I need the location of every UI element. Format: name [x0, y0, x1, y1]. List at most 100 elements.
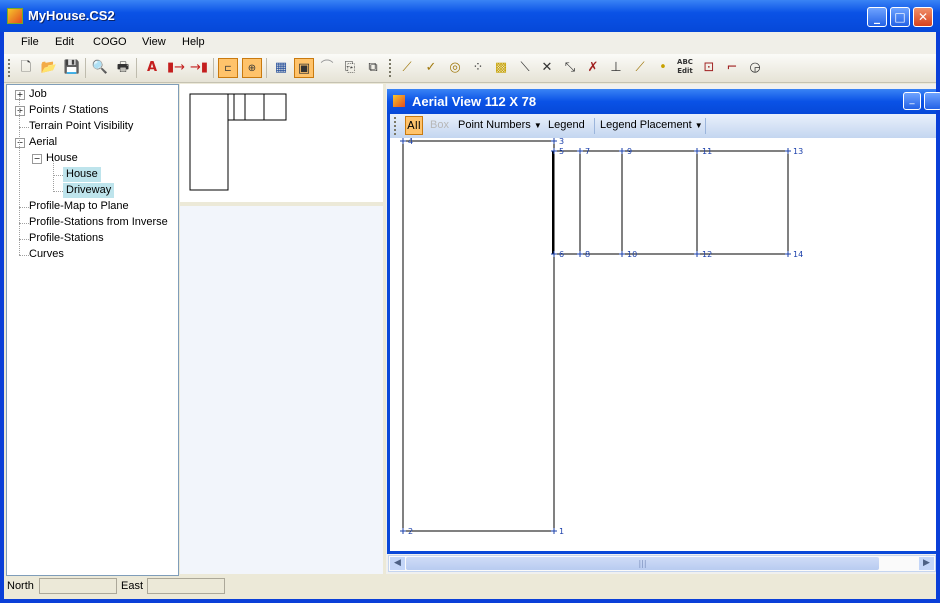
point-numbers-dropdown[interactable]: Point Numbers ▼ — [458, 119, 542, 131]
north-label: North — [7, 580, 34, 592]
save-icon[interactable]: 💾 — [62, 58, 82, 78]
bearing-intersect-icon[interactable]: ✗ — [583, 58, 603, 78]
point-label: 10 — [627, 250, 637, 259]
child-minimize-button[interactable]: _ — [903, 92, 921, 110]
close-button[interactable]: ✕ — [913, 7, 933, 27]
minimize-button[interactable]: _ — [867, 7, 887, 27]
grid-table-icon[interactable]: ▦ — [271, 58, 291, 78]
tree-item-profile-map-to-plane[interactable]: Profile-Map to Plane — [29, 199, 129, 214]
tree-item-points-stations[interactable]: Points / Stations — [29, 103, 109, 118]
open-folder-icon[interactable]: 📂 — [39, 58, 59, 78]
tree-item-aerial[interactable]: Aerial — [29, 135, 57, 150]
text-style-icon[interactable]: A — [142, 58, 162, 78]
pick-icon[interactable]: ⊡ — [699, 58, 719, 78]
abc-edit-icon[interactable]: ABC Edit — [675, 58, 695, 78]
legend-placement-dropdown[interactable]: Legend Placement ▼ — [600, 119, 703, 131]
import-icon[interactable]: ▮→ — [166, 58, 186, 78]
point-label: 14 — [793, 250, 803, 259]
tree-item-job[interactable]: Job — [29, 87, 47, 102]
point-marker — [551, 138, 557, 144]
perpendicular-icon[interactable]: ⊥ — [606, 58, 626, 78]
point-marker — [551, 148, 557, 154]
tree-expander-icon[interactable]: + — [15, 90, 25, 100]
aerial-view-titlebar[interactable]: Aerial View 112 X 78 _ — [387, 89, 940, 114]
point-marker — [551, 528, 557, 534]
title-bar[interactable]: MyHouse.CS2 _ □ ✕ — [0, 0, 940, 32]
child-maximize-button[interactable] — [924, 92, 940, 110]
tree-item-terrain-point-visibility[interactable]: Terrain Point Visibility — [29, 119, 133, 134]
window-icon[interactable]: ⧉ — [363, 58, 383, 78]
new-file-icon[interactable]: 🗋 — [16, 58, 36, 78]
tree-connector — [19, 239, 29, 240]
point-label: 11 — [702, 147, 712, 156]
east-value-field — [147, 578, 225, 594]
point-marker — [619, 251, 625, 257]
point-icon[interactable]: • — [653, 58, 673, 78]
offset-line-icon[interactable]: ⤡ — [560, 58, 580, 78]
maximize-button[interactable]: □ — [890, 7, 910, 27]
all-button[interactable]: All — [405, 116, 423, 135]
menu-cogo[interactable]: COGO — [93, 36, 127, 48]
scroll-right-icon[interactable]: ▶ — [919, 557, 934, 570]
tree-item-profile-stations[interactable]: Profile-Stations — [29, 231, 104, 246]
measure-icon[interactable]: ⟋ — [630, 58, 650, 78]
tree-item-curves[interactable]: Curves — [29, 247, 64, 262]
project-tree[interactable]: + Job + Points / Stations Terrain Point Visi… — [6, 84, 179, 576]
report-icon[interactable]: ⎘ — [340, 58, 360, 78]
box-button[interactable]: Box — [430, 119, 449, 131]
point-marker — [400, 138, 406, 144]
app-window: MyHouse.CS2 _ □ ✕ File Edit COGO View He… — [0, 0, 940, 603]
point-marker — [577, 251, 583, 257]
line-dashed-icon[interactable]: ⟋ — [397, 58, 417, 78]
point-marker — [619, 148, 625, 154]
zoom-extents-icon[interactable]: ⊕ — [242, 58, 262, 78]
export-icon[interactable]: →▮ — [189, 58, 209, 78]
legend-button[interactable]: Legend — [548, 119, 585, 131]
toolbar-grip[interactable] — [8, 59, 13, 77]
aerial-view-icon[interactable]: ▣ — [294, 58, 314, 78]
tree-expander-icon[interactable]: − — [15, 138, 25, 148]
overview-preview[interactable] — [180, 84, 383, 202]
tree-item-house[interactable]: House — [63, 167, 101, 182]
window-title: MyHouse.CS2 — [28, 8, 115, 23]
area-grid-icon[interactable]: ▩ — [491, 58, 511, 78]
app-icon — [7, 8, 23, 24]
circle-point-icon[interactable]: ◎ — [445, 58, 465, 78]
horizontal-scrollbar[interactable]: ◀ ||| ▶ — [388, 555, 936, 572]
bearing-line-icon[interactable]: ⟍ — [515, 58, 535, 78]
point-label: 9 — [627, 147, 632, 156]
tree-expander-icon[interactable]: − — [32, 154, 42, 164]
menu-edit[interactable]: Edit — [55, 36, 74, 48]
scroll-left-icon[interactable]: ◀ — [390, 557, 405, 570]
point-label: 8 — [585, 250, 590, 259]
menu-view[interactable]: View — [142, 36, 166, 48]
check-line-icon[interactable]: ✓ — [421, 58, 441, 78]
point-marker — [551, 251, 557, 257]
point-marker — [694, 251, 700, 257]
traverse-tool-icon[interactable]: ⊏ — [218, 58, 238, 78]
point-marker — [400, 528, 406, 534]
client-area: File Edit COGO View Help 🗋 📂 💾 🔍 🖶 A ▮→ … — [4, 32, 940, 599]
tree-item-profile-stations-from-inverse[interactable]: Profile-Stations from Inverse — [29, 215, 168, 230]
scroll-thumb[interactable]: ||| — [406, 557, 879, 570]
toolbar-grip-2[interactable] — [389, 59, 394, 77]
curve-icon[interactable]: ⌐ — [722, 58, 742, 78]
point-marker — [785, 251, 791, 257]
point-label: 6 — [559, 250, 564, 259]
profile-view-icon[interactable]: ⌒ — [317, 58, 337, 78]
intersect-icon[interactable]: ✕ — [537, 58, 557, 78]
tree-item-house[interactable]: House — [46, 151, 78, 166]
aerial-toolbar-grip[interactable] — [394, 117, 399, 135]
scatter-points-icon[interactable]: ⁘ — [468, 58, 488, 78]
menu-help[interactable]: Help — [182, 36, 205, 48]
point-label: 13 — [793, 147, 803, 156]
print-preview-icon[interactable]: 🔍 — [90, 58, 110, 78]
print-icon[interactable]: 🖶 — [113, 58, 133, 78]
east-label: East — [121, 580, 144, 592]
tree-expander-icon[interactable]: + — [15, 106, 25, 116]
aerial-canvas[interactable]: 1 2 3 4 5 6 7 8 9 10 11 12 13 14 — [390, 137, 936, 551]
point-label: 3 — [559, 138, 564, 146]
arc-icon[interactable]: ◶ — [745, 58, 765, 78]
tree-item-driveway[interactable]: Driveway — [63, 183, 115, 198]
menu-file[interactable]: File — [21, 36, 39, 48]
